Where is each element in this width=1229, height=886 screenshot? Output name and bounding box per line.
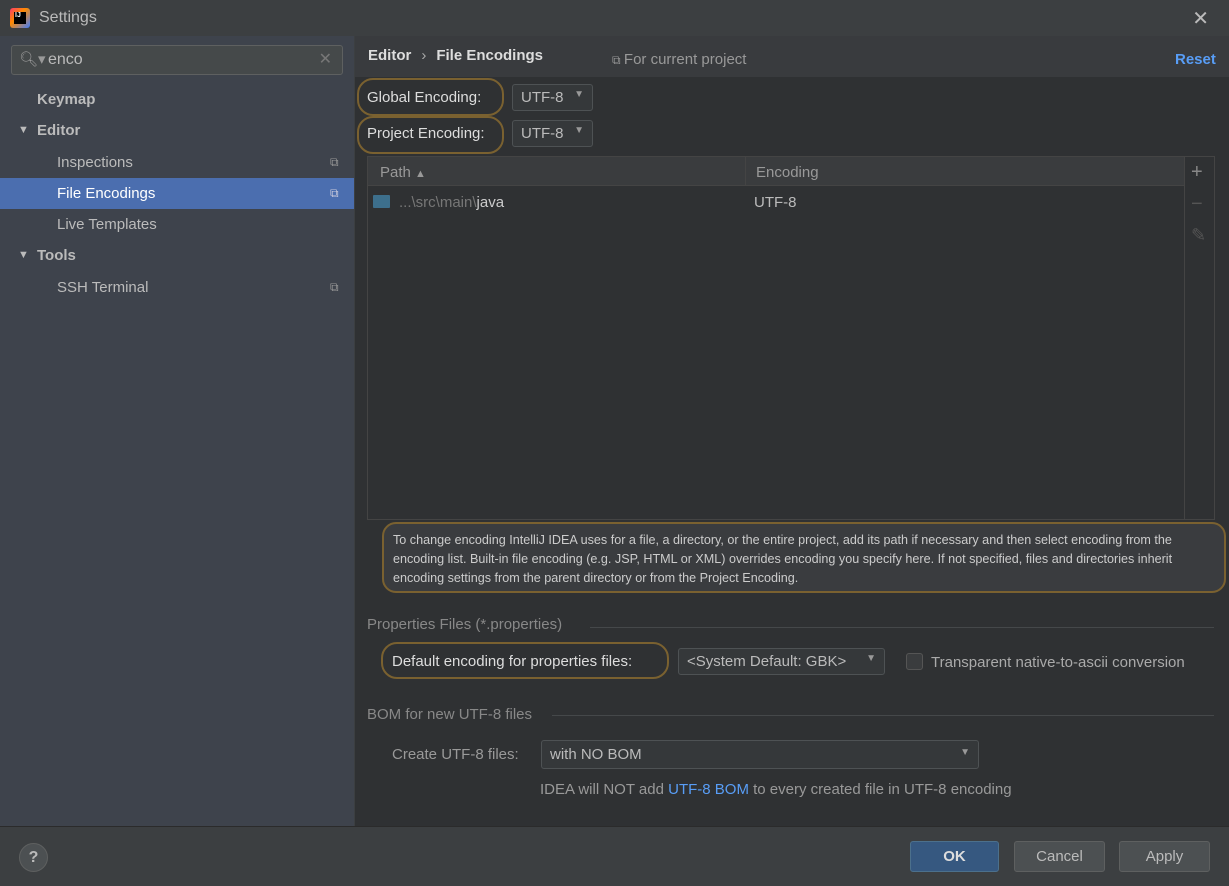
info-tooltip: To change encoding IntelliJ IDEA uses fo…	[382, 522, 1226, 593]
window-title: Settings	[39, 9, 97, 26]
divider	[590, 627, 1214, 628]
apply-button[interactable]: Apply	[1119, 841, 1210, 872]
native-to-ascii-label[interactable]: Transparent native-to-ascii conversion	[931, 654, 1185, 671]
breadcrumb-file-encodings: File Encodings	[436, 47, 544, 64]
sidebar-item-label: File Encodings	[57, 185, 156, 202]
sidebar-item-ssh-terminal[interactable]: SSH Terminal ⧉	[0, 272, 354, 303]
search-input[interactable]: 🔍︎▾ ✕	[11, 45, 343, 75]
dropdown-arrow-icon: ▼	[960, 747, 970, 758]
column-label: Path	[380, 164, 411, 181]
project-scope-icon: ⧉	[330, 186, 339, 200]
create-utf8-label: Create UTF-8 files:	[392, 746, 519, 763]
close-icon[interactable]: ✕	[1192, 6, 1209, 31]
ok-button[interactable]: OK	[910, 841, 999, 872]
sidebar-item-label: Editor	[37, 122, 81, 139]
create-utf8-select[interactable]: with NO BOM ▼	[541, 740, 979, 769]
sidebar-item-inspections[interactable]: Inspections ⧉	[0, 147, 354, 178]
reset-link[interactable]: Reset	[1175, 51, 1216, 68]
scope-label: ⧉ For current project	[612, 51, 746, 68]
breadcrumb-editor[interactable]: Editor	[368, 47, 411, 64]
intellij-logo-icon: IJ	[10, 8, 30, 28]
project-encoding-label: Project Encoding:	[367, 125, 485, 142]
project-encoding-select[interactable]: UTF-8 ▼	[512, 120, 593, 147]
path-cell: ...\src\main\java	[399, 194, 504, 211]
global-encoding-select[interactable]: UTF-8 ▼	[512, 84, 593, 111]
cancel-button[interactable]: Cancel	[1014, 841, 1105, 872]
dropdown-arrow-icon: ▼	[866, 653, 876, 664]
sidebar-item-label: Live Templates	[57, 216, 157, 233]
help-button[interactable]: ?	[19, 843, 48, 872]
clear-icon[interactable]: ✕	[319, 49, 332, 69]
table-header: Path ▲ Encoding	[368, 157, 1184, 186]
sort-ascending-icon: ▲	[415, 168, 426, 180]
breadcrumb-separator: ›	[421, 47, 427, 64]
add-icon[interactable]: +	[1191, 161, 1203, 184]
folder-icon	[373, 195, 390, 208]
dropdown-arrow-icon: ▼	[574, 125, 584, 136]
sidebar-item-label: Tools	[37, 247, 76, 264]
column-header-path[interactable]: Path ▲	[380, 164, 426, 181]
path-name: java	[476, 194, 505, 211]
dropdown-arrow-icon: ▼	[574, 89, 584, 100]
properties-section-title: Properties Files (*.properties)	[367, 616, 563, 633]
expand-arrow-icon[interactable]: ▼	[18, 240, 29, 271]
properties-encoding-select[interactable]: <System Default: GBK> ▼	[678, 648, 885, 675]
select-value: <System Default: GBK>	[687, 653, 847, 670]
expand-arrow-icon[interactable]: ▼	[18, 115, 29, 146]
global-encoding-label: Global Encoding:	[367, 89, 482, 106]
edit-icon[interactable]: ✎	[1191, 225, 1206, 246]
scope-text: For current project	[623, 51, 747, 68]
search-icon[interactable]: 🔍︎▾	[19, 50, 46, 68]
sidebar-item-live-templates[interactable]: Live Templates	[0, 209, 354, 240]
sidebar-item-label: Inspections	[57, 154, 133, 171]
select-value: UTF-8	[521, 125, 564, 142]
table-toolbar: + − ✎	[1185, 156, 1215, 520]
divider	[552, 715, 1214, 716]
breadcrumb: Editor › File Encodings	[368, 47, 543, 64]
properties-encoding-label: Default encoding for properties files:	[392, 653, 633, 670]
sidebar-item-label: Keymap	[37, 91, 96, 108]
path-encoding-table: Path ▲ Encoding ...\src\main\java UTF-8	[367, 156, 1185, 520]
bom-note: IDEA will NOT add UTF-8 BOM to every cre…	[540, 781, 1012, 798]
sidebar-item-tools[interactable]: ▼ Tools	[0, 240, 354, 271]
sidebar-item-label: SSH Terminal	[57, 279, 149, 296]
sidebar-item-keymap[interactable]: Keymap	[0, 84, 354, 115]
select-value: UTF-8	[521, 89, 564, 106]
project-scope-icon: ⧉	[612, 53, 624, 67]
native-to-ascii-checkbox[interactable]	[906, 653, 923, 670]
column-header-encoding[interactable]: Encoding	[745, 157, 829, 186]
select-value: with NO BOM	[550, 746, 642, 763]
project-scope-icon: ⧉	[330, 155, 339, 169]
remove-icon[interactable]: −	[1191, 193, 1203, 216]
search-field[interactable]	[48, 50, 308, 70]
title-bar	[0, 0, 1229, 36]
project-scope-icon: ⧉	[330, 280, 339, 294]
table-row[interactable]: ...\src\main\java UTF-8	[368, 188, 1184, 218]
sidebar-item-editor[interactable]: ▼ Editor	[0, 115, 354, 146]
note-text: to every created file in UTF-8 encoding	[748, 781, 1012, 798]
utf8-bom-link[interactable]: UTF-8 BOM	[668, 781, 749, 798]
bom-section-title: BOM for new UTF-8 files	[367, 706, 533, 723]
path-prefix: ...\src\main\	[399, 194, 477, 211]
sidebar-item-file-encodings[interactable]: File Encodings ⧉	[0, 178, 354, 209]
note-text: IDEA will NOT add	[540, 781, 669, 798]
encoding-cell[interactable]: UTF-8	[754, 194, 797, 211]
